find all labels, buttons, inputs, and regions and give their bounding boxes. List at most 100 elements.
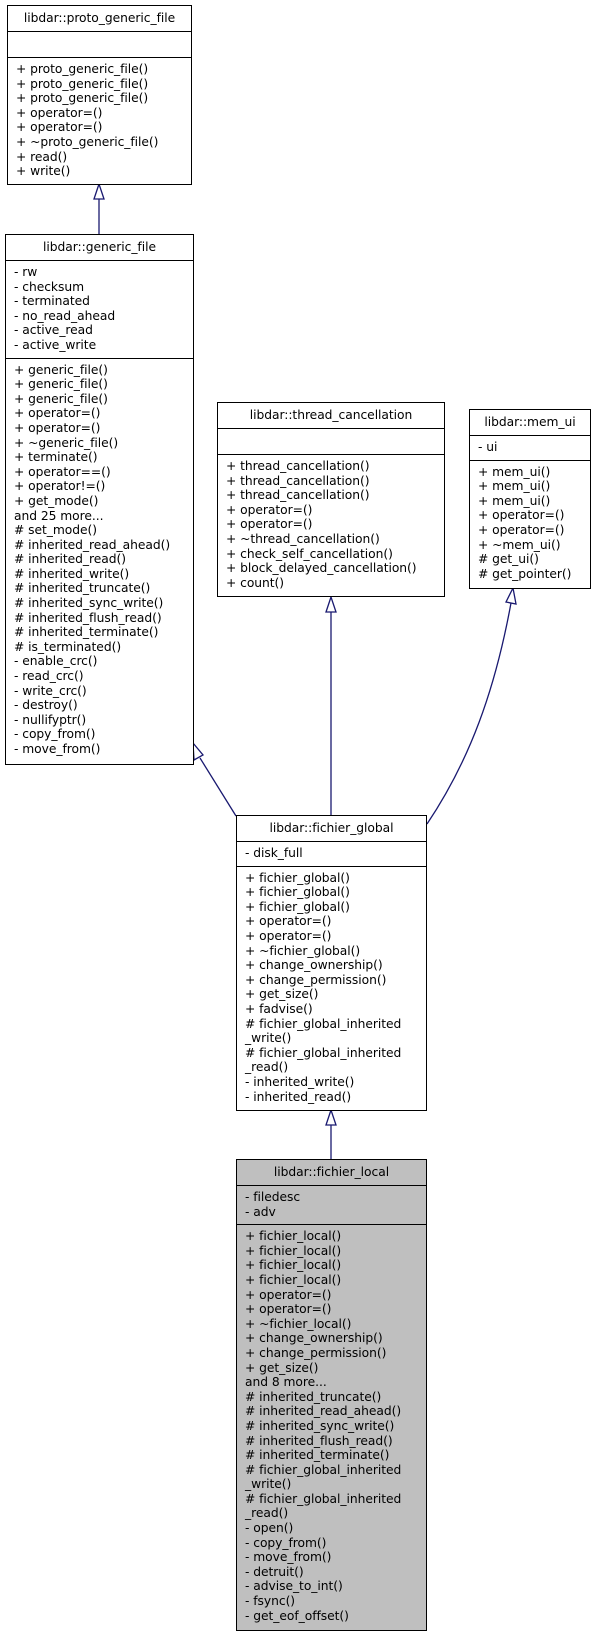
class-attributes — [218, 429, 444, 455]
public-member: + operator=() — [14, 420, 101, 435]
public-member: + mem_ui() — [478, 464, 551, 479]
class-title: libdar::mem_ui — [470, 410, 590, 436]
public-member: + get_size() — [245, 987, 319, 1002]
protected-member: # inherited_sync_write() — [245, 1418, 395, 1433]
protected-member: # get_ui() — [478, 552, 539, 567]
private-member: - open() — [245, 1521, 294, 1536]
protected-member: # fichier_global_inherited — [245, 1491, 402, 1506]
private-member: - disk_full — [245, 846, 303, 860]
class-attributes — [8, 32, 191, 58]
class-mem-ui[interactable]: libdar::mem_ui - ui + mem_ui() + mem_ui()… — [469, 409, 591, 589]
protected-member: # inherited_sync_write() — [14, 596, 164, 611]
public-member: + generic_file() — [14, 362, 108, 377]
public-member: + fichier_global() — [245, 899, 350, 914]
class-title: libdar::thread_cancellation — [218, 403, 444, 429]
public-member: + ~proto_generic_file() — [16, 134, 159, 149]
class-proto-generic-file[interactable]: libdar::proto_generic_file + proto_gener… — [7, 5, 192, 185]
member-continuation: _write() — [245, 1031, 292, 1046]
public-member: + operator=() — [16, 105, 103, 120]
class-attributes: - ui — [470, 436, 590, 461]
private-member: - read_crc() — [14, 669, 84, 684]
edge-generic-file-to-proto-generic-file — [93, 181, 105, 234]
more-members-note: and 8 more... — [245, 1375, 327, 1390]
protected-member: # inherited_truncate() — [245, 1389, 382, 1404]
public-member: + change_permission() — [245, 1345, 387, 1360]
public-member: + ~fichier_global() — [245, 943, 361, 958]
class-title: libdar::fichier_local — [237, 1160, 426, 1186]
class-attributes: - rw - checksum - terminated - no_read_ahea… — [6, 261, 193, 359]
public-member: + mem_ui() — [478, 479, 551, 494]
class-operations: + thread_cancellation() + thread_cancella… — [218, 455, 444, 595]
protected-member: # inherited_write() — [14, 566, 130, 581]
protected-member: # inherited_flush_read() — [245, 1433, 393, 1448]
public-member: + operator=() — [245, 928, 332, 943]
private-member: - ui — [478, 440, 498, 454]
public-member: + proto_generic_file() — [16, 76, 149, 91]
private-member: - copy_from() — [245, 1535, 327, 1550]
public-member: + fichier_local() — [245, 1258, 342, 1273]
protected-member: # inherited_truncate() — [14, 581, 151, 596]
class-generic-file[interactable]: libdar::generic_file - rw - checksum - ter… — [5, 234, 194, 765]
public-member: + generic_file() — [14, 391, 108, 406]
public-member: + operator=() — [226, 502, 313, 517]
public-member: + fichier_global() — [245, 870, 350, 885]
protected-member: # inherited_terminate() — [14, 625, 159, 640]
public-member: + write() — [16, 164, 71, 179]
public-member: + operator==() — [14, 464, 111, 479]
public-member: + fichier_local() — [245, 1229, 342, 1244]
class-fichier-local[interactable]: libdar::fichier_local - filedesc - adv + … — [236, 1159, 427, 1631]
private-member: - copy_from() — [14, 727, 96, 742]
private-member: - destroy() — [14, 698, 78, 713]
private-member: - terminated — [14, 294, 90, 309]
public-member: + thread_cancellation() — [226, 459, 370, 473]
protected-member: # get_pointer() — [478, 566, 572, 581]
private-member: - inherited_read() — [245, 1089, 352, 1104]
public-member: + generic_file() — [14, 377, 108, 392]
protected-member: # inherited_flush_read() — [14, 610, 162, 625]
public-member: + thread_cancellation() — [226, 488, 370, 503]
protected-member: # fichier_global_inherited — [245, 1462, 402, 1477]
public-member: + ~generic_file() — [14, 435, 119, 450]
public-member: + change_permission() — [245, 972, 387, 987]
public-member: + fadvise() — [245, 1001, 313, 1016]
class-operations: + generic_file() + generic_file() + generi… — [6, 359, 193, 762]
public-member: + count() — [226, 575, 285, 590]
class-title: libdar::fichier_global — [237, 816, 426, 842]
edge-fichier-global-to-thread-cancellation — [325, 594, 337, 815]
public-member: + operator!=() — [14, 479, 106, 494]
private-member: - active_write — [14, 337, 97, 352]
protected-member: # fichier_global_inherited — [245, 1016, 402, 1031]
class-thread-cancellation[interactable]: libdar::thread_cancellation + thread_can… — [217, 402, 445, 597]
edge-fichier-global-to-mem-ui — [426, 585, 517, 825]
public-member: + operator=() — [16, 120, 103, 135]
public-member: + proto_generic_file() — [16, 62, 149, 76]
private-member: - write_crc() — [14, 683, 87, 698]
public-member: + proto_generic_file() — [16, 91, 149, 106]
class-operations: + proto_generic_file() + proto_generic_fi… — [8, 58, 191, 184]
public-member: + operator=() — [245, 1287, 332, 1302]
public-member: + change_ownership() — [245, 958, 383, 973]
private-member: - rw — [14, 265, 38, 279]
private-member: - inherited_write() — [245, 1074, 355, 1089]
private-member: - move_from() — [245, 1550, 332, 1565]
class-operations: + fichier_local() + fichier_local() + fich… — [237, 1225, 426, 1628]
edge-fichier-local-to-fichier-global — [325, 1107, 337, 1159]
public-member: + operator=() — [478, 522, 565, 537]
public-member: + get_size() — [245, 1360, 319, 1375]
private-member: - detruit() — [245, 1564, 304, 1579]
public-member: + operator=() — [478, 508, 565, 523]
public-member: + operator=() — [226, 517, 313, 532]
public-member: + get_mode() — [14, 493, 99, 508]
class-fichier-global[interactable]: libdar::fichier_global - disk_full + fic… — [236, 815, 427, 1111]
public-member: + block_delayed_cancellation() — [226, 561, 417, 576]
member-continuation: _read() — [245, 1506, 289, 1521]
public-member: + fichier_global() — [245, 885, 350, 900]
private-member: - advise_to_int() — [245, 1579, 343, 1594]
class-operations: + fichier_global() + fichier_global() + fi… — [237, 867, 426, 1110]
public-member: + ~fichier_local() — [245, 1316, 352, 1331]
private-member: - get_eof_offset() — [245, 1608, 349, 1623]
public-member: + change_ownership() — [245, 1331, 383, 1346]
protected-member: # inherited_read() — [14, 552, 126, 567]
edge-fichier-global-to-generic-file — [192, 741, 237, 817]
private-member: - adv — [245, 1204, 276, 1219]
